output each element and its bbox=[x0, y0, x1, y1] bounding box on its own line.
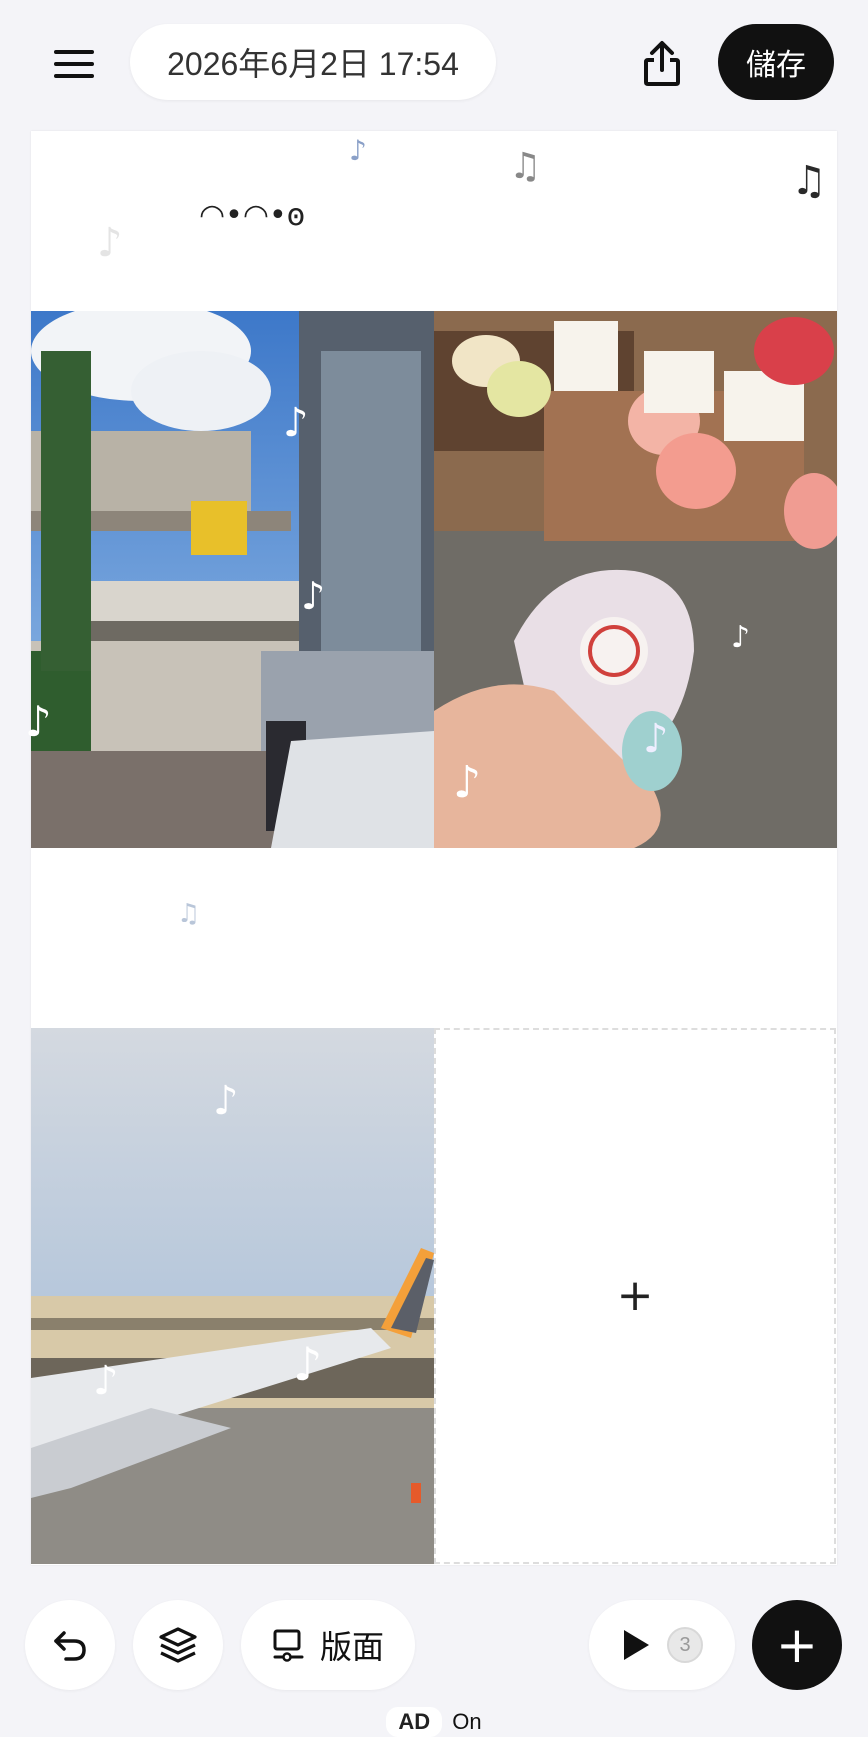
date-time-pill[interactable]: 2026年6月2日 17:54 bbox=[130, 24, 496, 100]
music-note-icon: ♪ bbox=[213, 1078, 239, 1124]
mochi-photo[interactable] bbox=[434, 311, 837, 848]
music-note-icon: ♪ bbox=[283, 400, 309, 446]
music-note-icon: ♪ bbox=[97, 220, 123, 266]
music-note-icon: ♪ bbox=[301, 574, 326, 618]
top-bar: 2026年6月2日 17:54 儲存 bbox=[0, 0, 868, 130]
play-button[interactable]: 3 bbox=[589, 1600, 735, 1690]
music-note-icon: ♫ bbox=[509, 146, 542, 187]
empty-photo-slot[interactable]: + bbox=[434, 1028, 836, 1564]
city-street-photo[interactable] bbox=[31, 311, 434, 848]
music-note-icon: ♪ bbox=[25, 697, 52, 746]
layers-icon[interactable] bbox=[133, 1600, 223, 1690]
music-note-icon: ♫ bbox=[177, 899, 201, 929]
music-note-icon: ♪ bbox=[349, 134, 367, 167]
music-note-icon: ♪ bbox=[293, 1337, 323, 1391]
play-count-badge: 3 bbox=[667, 1627, 703, 1663]
layout-button[interactable]: 版面 bbox=[241, 1600, 415, 1690]
add-button[interactable]: + bbox=[752, 1600, 842, 1690]
play-icon bbox=[624, 1630, 649, 1660]
date-time-text: 2026年6月2日 17:54 bbox=[167, 46, 459, 82]
collage-canvas[interactable]: ◠•◠•ꙩ ♪ ♪ ♫ ♫ + ♪ ♪ ♪ ♪ ♪ ♪ ♫ ♪ ♪ ♪ bbox=[25, 131, 837, 1565]
save-button[interactable]: 儲存 bbox=[718, 24, 834, 100]
music-note-icon: ♪ bbox=[643, 716, 669, 762]
layout-label: 版面 bbox=[319, 1628, 384, 1666]
music-note-icon: ♫ bbox=[791, 158, 827, 204]
music-note-icon: ♪ bbox=[93, 1358, 119, 1404]
face-sticker[interactable]: ◠•◠•ꙩ bbox=[199, 201, 305, 231]
music-note-icon: ♪ bbox=[731, 620, 751, 655]
ad-indicator[interactable]: AD On bbox=[0, 1707, 868, 1737]
add-photo-icon[interactable]: + bbox=[617, 1274, 654, 1318]
menu-icon[interactable] bbox=[40, 30, 108, 98]
music-note-icon: ♪ bbox=[453, 757, 482, 808]
ad-status: On bbox=[452, 1709, 482, 1734]
share-icon[interactable] bbox=[632, 30, 692, 98]
layout-icon bbox=[273, 1629, 304, 1662]
undo-icon[interactable] bbox=[25, 1600, 115, 1690]
ad-label: AD bbox=[386, 1707, 443, 1737]
bottom-toolbar: 版面 3 + bbox=[0, 1590, 868, 1700]
